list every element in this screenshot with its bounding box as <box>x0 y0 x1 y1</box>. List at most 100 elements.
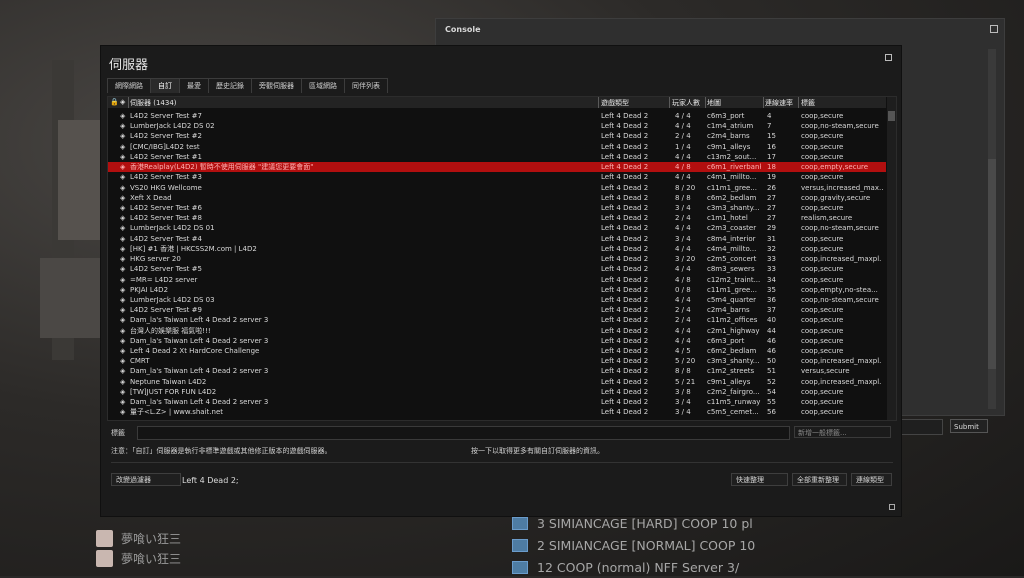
table-row[interactable]: ◈ L4D2 Server Test #4 Left 4 Dead 2 3 / 4 c8… <box>108 234 886 244</box>
connect-button[interactable]: 連線類型 <box>851 473 892 486</box>
table-row[interactable]: ◈ [CMC/IBG]L4D2 test Left 4 Dead 2 1 / 4 c9m… <box>108 142 886 152</box>
tab-spectate[interactable]: 旁觀伺服器 <box>251 78 302 93</box>
scroll-thumb[interactable] <box>888 111 895 121</box>
tag-input[interactable] <box>137 426 790 440</box>
table-row[interactable]: ◈ Dam_la's Taiwan Left 4 Dead 2 server 3 L… <box>108 336 886 346</box>
shield-icon: ◈ <box>120 255 126 264</box>
list-scrollbar[interactable] <box>887 97 896 420</box>
table-row[interactable]: ◈ L4D2 Server Test #8 Left 4 Dead 2 2 / 4 c1… <box>108 213 886 223</box>
server-name: =MR= L4D2 server <box>130 275 198 284</box>
tab-history[interactable]: 歷史記錄 <box>208 78 252 93</box>
map-name: c2m2_fairgro... <box>707 387 760 396</box>
table-row[interactable]: ◈ HKG server 20 Left 4 Dead 2 3 / 20 c2m5_co… <box>108 254 886 264</box>
table-row[interactable]: ◈ Neptune Taiwan L4D2 Left 4 Dead 2 5 / 21 c… <box>108 377 886 387</box>
col-name[interactable]: 伺服器 (1434) <box>130 98 177 108</box>
vac-icon[interactable]: ◈ <box>120 98 125 106</box>
server-name: Xeft X Dead <box>130 193 172 202</box>
table-row[interactable]: ◈ L4D2 Server Test #6 Left 4 Dead 2 3 / 4 c3… <box>108 203 886 213</box>
table-row[interactable]: ◈ LumberJack L4D2 DS 02 Left 4 Dead 2 4 / 4… <box>108 121 886 131</box>
lock-icon[interactable]: 🔒 <box>110 98 119 106</box>
game-type: Left 4 Dead 2 <box>601 357 649 366</box>
table-row[interactable]: ◈ Dam_la's Taiwan Left 4 Dead 2 server 3 L… <box>108 366 886 376</box>
info-link[interactable]: 按一下以取得更多有關自訂伺服器的資訊。 <box>471 446 604 456</box>
table-row[interactable]: ◈ Dam_la's Taiwan Left 4 Dead 2 server 3 L… <box>108 397 886 407</box>
game-type: Left 4 Dead 2 <box>601 265 649 274</box>
friend-item[interactable]: 夢喰い狂三 <box>96 548 181 568</box>
table-row[interactable]: ◈ =MR= L4D2 server Left 4 Dead 2 4 / 8 c12m2… <box>108 275 886 285</box>
lobby-item[interactable]: 12 COOP (normal) NFF Server 3/ <box>512 556 755 578</box>
friend-item[interactable]: 夢喰い狂三 <box>96 528 181 548</box>
table-row[interactable]: ◈ [TW]JUST FOR FUN L4D2 Left 4 Dead 2 3 / 8… <box>108 387 886 397</box>
latency: 46 <box>767 336 776 345</box>
server-tags: coop,secure <box>801 152 844 161</box>
table-row[interactable]: ◈ Xeft X Dead Left 4 Dead 2 8 / 8 c6m2_bedla… <box>108 193 886 203</box>
console-scroll-thumb[interactable] <box>988 159 996 369</box>
latency: 51 <box>767 367 776 376</box>
tab-internet[interactable]: 網際網路 <box>107 78 151 93</box>
tab-lan[interactable]: 區域網路 <box>301 78 345 93</box>
server-tags: versus,increased_max... <box>801 183 883 192</box>
quick-refresh-button[interactable]: 快速整理 <box>731 473 788 486</box>
resize-grip-icon[interactable] <box>889 504 895 510</box>
server-lobby-list: 3 SIMIANCAGE [HARD] COOP 10 pl 2 SIMIANC… <box>512 512 755 578</box>
server-tags: coop,secure <box>801 387 844 396</box>
server-rows: ◈ L4D2 Server Test #7 Left 4 Dead 2 4 / 4 c6… <box>108 111 886 418</box>
table-row[interactable]: ◈ Left 4 Dead 2 Xt HardCore Challenge Left… <box>108 346 886 356</box>
table-row[interactable]: ◈ 香港Realplay(L4D2) 暫時不使用伺服器 "建議您更要會面" Left… <box>108 162 886 173</box>
table-row[interactable]: ◈ LumberJack L4D2 DS 01 Left 4 Dead 2 4 / 4… <box>108 223 886 233</box>
map-name: c9m1_alleys <box>707 142 751 151</box>
tab-friends[interactable]: 同伴列表 <box>344 78 388 93</box>
server-list: 🔒 ◈ 伺服器 (1434) 遊戲類型 玩家人數 地圖 連線速率 標籤 ◈ L4D… <box>107 96 897 421</box>
divider <box>111 462 893 463</box>
col-players[interactable]: 玩家人數 <box>672 98 700 108</box>
col-tags[interactable]: 標籤 <box>801 98 815 108</box>
table-row[interactable]: ◈ L4D2 Server Test #9 Left 4 Dead 2 2 / 4 c2… <box>108 305 886 315</box>
lobby-item[interactable]: 2 SIMIANCAGE [NORMAL] COOP 10 <box>512 534 755 556</box>
server-name: L4D2 Server Test #6 <box>130 203 202 212</box>
console-submit-button[interactable]: Submit <box>950 419 988 433</box>
table-row[interactable]: ◈ 台灣人的娛樂服 福氣啦!!! Left 4 Dead 2 4 / 4 c2m1_hi… <box>108 326 886 336</box>
game-type: Left 4 Dead 2 <box>601 306 649 315</box>
table-row[interactable]: ◈ L4D2 Server Test #3 Left 4 Dead 2 4 / 4 c4… <box>108 172 886 182</box>
map-name: c11m5_runway <box>707 398 761 407</box>
latency: 26 <box>767 183 776 192</box>
player-count: 4 / 4 <box>675 173 691 182</box>
shield-icon: ◈ <box>120 316 126 325</box>
map-name: c3m3_shanty... <box>707 203 760 212</box>
server-tags: coop,increased_maxpl. <box>801 255 882 264</box>
table-row[interactable]: ◈ 量子<L.Z> | www.shait.net Left 4 Dead 2 3 /… <box>108 407 886 417</box>
close-icon[interactable] <box>885 54 892 61</box>
console-close-icon[interactable] <box>990 25 998 33</box>
table-row[interactable]: ◈ PKJAI L4D2 Left 4 Dead 2 0 / 8 c11m1_gree.… <box>108 285 886 295</box>
table-row[interactable]: ◈ Dam_la's Taiwan Left 4 Dead 2 server 3 L… <box>108 315 886 325</box>
table-row[interactable]: ◈ VS20 HKG Wellcome Left 4 Dead 2 8 / 20 c11… <box>108 183 886 193</box>
table-row[interactable]: ◈ L4D2 Server Test #1 Left 4 Dead 2 4 / 4 c1… <box>108 152 886 162</box>
console-title: Console <box>445 25 481 34</box>
tab-favorites[interactable]: 最愛 <box>179 78 209 93</box>
game-type: Left 4 Dead 2 <box>601 408 649 417</box>
server-tags: realism,secure <box>801 214 853 223</box>
map-name: c6m3_port <box>707 112 745 120</box>
table-row[interactable]: ◈ L4D2 Server Test #5 Left 4 Dead 2 4 / 4 c8… <box>108 264 886 274</box>
table-row[interactable]: ◈ L4D2 Server Test #7 Left 4 Dead 2 4 / 4 c6… <box>108 111 886 121</box>
server-tags: coop,secure <box>801 275 844 284</box>
shield-icon: ◈ <box>120 295 126 304</box>
latency: 44 <box>767 326 776 335</box>
server-name: L4D2 Server Test #7 <box>130 112 202 120</box>
latency: 29 <box>767 224 776 233</box>
table-row[interactable]: ◈ CMRT Left 4 Dead 2 5 / 20 c3m3_shanty... 50… <box>108 356 886 366</box>
player-count: 5 / 20 <box>675 357 696 366</box>
refresh-all-button[interactable]: 全部重新整理 <box>792 473 847 486</box>
change-filter-button[interactable]: 改變過濾器 <box>111 473 181 486</box>
col-game[interactable]: 遊戲類型 <box>601 98 629 108</box>
server-name: L4D2 Server Test #5 <box>130 265 202 274</box>
col-latency[interactable]: 連線速率 <box>765 98 793 108</box>
shield-icon: ◈ <box>120 336 126 345</box>
game-type: Left 4 Dead 2 <box>601 234 649 243</box>
table-row[interactable]: ◈ LumberJack L4D2 DS 03 Left 4 Dead 2 4 / 4… <box>108 295 886 305</box>
add-tag-input[interactable]: 新增一般標籤... <box>794 426 891 438</box>
col-map[interactable]: 地圖 <box>707 98 721 108</box>
tab-custom[interactable]: 自訂 <box>150 78 180 93</box>
table-row[interactable]: ◈ [HK] #1 香港 | HKCSS2M.com | L4D2 Left 4 D… <box>108 244 886 254</box>
table-row[interactable]: ◈ L4D2 Server Test #2 Left 4 Dead 2 2 / 4 c2… <box>108 131 886 141</box>
